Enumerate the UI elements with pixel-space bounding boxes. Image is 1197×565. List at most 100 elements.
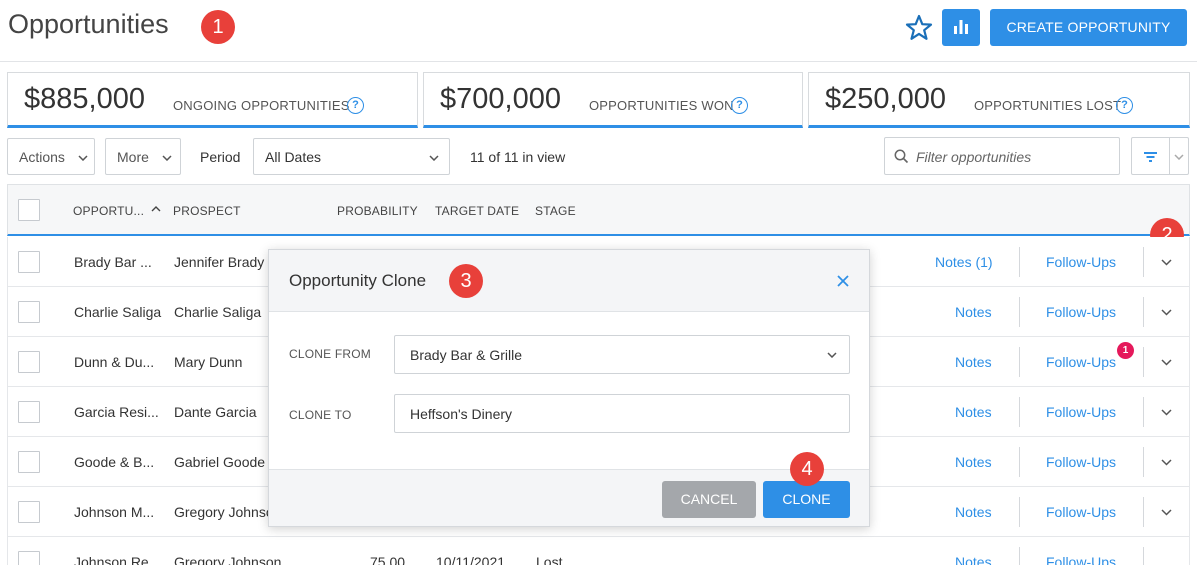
chevron-down-icon[interactable] <box>1161 359 1172 366</box>
help-icon[interactable]: ? <box>731 97 748 114</box>
callout-marker: 3 <box>449 264 483 298</box>
reports-button[interactable] <box>942 9 980 46</box>
filter-input[interactable]: Filter opportunities <box>884 137 1120 175</box>
filter-icon <box>1144 152 1157 162</box>
row-checkbox[interactable] <box>18 551 40 565</box>
opportunity-name[interactable]: Johnson M... <box>74 504 154 520</box>
notes-link[interactable]: Notes <box>955 454 992 470</box>
table-row[interactable]: Johnson Re... Gregory Johnson 75.00 10/1… <box>7 537 1190 565</box>
notification-badge: 1 <box>1117 342 1134 359</box>
notes-link[interactable]: Notes <box>955 304 992 320</box>
notes-link[interactable]: Notes <box>955 504 992 520</box>
opportunity-name[interactable]: Goode & B... <box>74 454 154 470</box>
notes-link[interactable]: Notes <box>955 354 992 370</box>
chevron-down-icon <box>162 155 172 161</box>
chevron-down-icon[interactable] <box>1161 259 1172 266</box>
column-header-prospect[interactable]: PROSPECT <box>173 204 241 218</box>
follow-ups-link[interactable]: Follow-Ups <box>1046 454 1116 470</box>
target-date-value: 10/11/2021 <box>436 554 506 565</box>
clone-to-input[interactable]: Heffson's Dinery <box>394 394 850 433</box>
prospect-name: Gabriel Goode <box>174 454 266 470</box>
select-all-checkbox[interactable] <box>18 199 40 221</box>
opportunity-name[interactable]: Johnson Re... <box>74 554 160 565</box>
divider <box>1143 297 1144 327</box>
column-header-opportunity[interactable]: OPPORTU... <box>73 204 144 218</box>
follow-ups-link[interactable]: Follow-Ups <box>1046 304 1116 320</box>
chevron-down-icon[interactable] <box>1161 509 1172 516</box>
follow-ups-link[interactable]: Follow-Ups <box>1046 554 1116 565</box>
actions-label: Actions <box>19 149 65 165</box>
actions-dropdown[interactable]: Actions <box>7 138 95 175</box>
sort-ascending-icon[interactable] <box>151 206 161 212</box>
notes-link[interactable]: Notes (1) <box>935 254 993 270</box>
prospect-name: Gregory Johnson <box>174 554 282 565</box>
clone-button[interactable]: CLONE <box>763 481 850 518</box>
search-icon <box>894 149 909 164</box>
stat-label: OPPORTUNITIES LOST <box>974 98 1122 113</box>
divider <box>1019 497 1020 527</box>
chevron-down-icon[interactable] <box>1174 154 1184 160</box>
more-dropdown[interactable]: More <box>105 138 181 175</box>
stat-amount: $250,000 <box>825 83 946 115</box>
chevron-down-icon[interactable] <box>1161 309 1172 316</box>
more-label: More <box>117 149 149 165</box>
opportunity-name[interactable]: Dunn & Du... <box>74 354 154 370</box>
prospect-name: Jennifer Brady <box>174 254 265 270</box>
follow-ups-link[interactable]: Follow-Ups <box>1046 504 1116 520</box>
divider <box>1019 447 1020 477</box>
divider <box>1143 397 1144 427</box>
row-checkbox[interactable] <box>18 451 40 473</box>
row-checkbox[interactable] <box>18 301 40 323</box>
opportunity-name[interactable]: Brady Bar ... <box>74 254 152 270</box>
stat-label: OPPORTUNITIES WON <box>589 98 734 113</box>
divider <box>1143 547 1144 565</box>
chevron-down-icon <box>78 155 88 161</box>
chevron-down-icon <box>827 352 837 358</box>
follow-ups-link[interactable]: Follow-Ups <box>1046 354 1116 370</box>
clone-from-select[interactable]: Brady Bar & Grille <box>394 335 850 374</box>
period-label: Period <box>200 149 241 165</box>
period-value: All Dates <box>265 149 322 165</box>
divider <box>1143 447 1144 477</box>
column-header-target-date[interactable]: TARGET DATE <box>435 204 519 218</box>
opportunity-name[interactable]: Garcia Resi... <box>74 404 159 420</box>
help-icon[interactable]: ? <box>347 97 364 114</box>
divider <box>1019 297 1020 327</box>
follow-ups-link[interactable]: Follow-Ups <box>1046 254 1116 270</box>
chevron-down-icon[interactable] <box>1161 409 1172 416</box>
period-select[interactable]: All Dates <box>253 138 450 175</box>
close-icon[interactable] <box>836 274 850 288</box>
star-icon[interactable] <box>905 14 933 42</box>
dialog-header: Opportunity Clone 3 <box>269 250 869 312</box>
row-checkbox[interactable] <box>18 251 40 273</box>
dialog-title: Opportunity Clone <box>289 271 427 290</box>
divider <box>1019 547 1020 565</box>
divider <box>1143 497 1144 527</box>
filter-options-button[interactable] <box>1131 137 1189 175</box>
column-header-stage[interactable]: STAGE <box>535 204 576 218</box>
table-header: OPPORTU... PROSPECT PROBABILITY TARGET D… <box>7 184 1190 236</box>
stage-value: Lost <box>536 554 563 565</box>
row-checkbox[interactable] <box>18 501 40 523</box>
clone-from-label: CLONE FROM <box>289 347 372 361</box>
column-header-probability[interactable]: PROBABILITY <box>337 204 418 218</box>
divider <box>1019 397 1020 427</box>
row-checkbox[interactable] <box>18 401 40 423</box>
stat-amount: $885,000 <box>24 83 145 115</box>
divider <box>1169 138 1170 174</box>
opportunity-name[interactable]: Charlie Saliga <box>74 304 161 320</box>
help-icon[interactable]: ? <box>1116 97 1133 114</box>
callout-marker: 1 <box>201 10 235 44</box>
clone-to-value: Heffson's Dinery <box>410 406 513 422</box>
chevron-down-icon[interactable] <box>1161 459 1172 466</box>
notes-link[interactable]: Notes <box>955 554 992 565</box>
follow-ups-link[interactable]: Follow-Ups <box>1046 404 1116 420</box>
prospect-name: Gregory Johnso <box>174 504 274 520</box>
notes-link[interactable]: Notes <box>955 404 992 420</box>
row-checkbox[interactable] <box>18 351 40 373</box>
divider <box>1143 347 1144 377</box>
opportunity-clone-dialog: Opportunity Clone 3 CLONE FROM Brady Bar… <box>268 249 870 527</box>
cancel-button[interactable]: CANCEL <box>662 481 756 518</box>
create-opportunity-button[interactable]: CREATE OPPORTUNITY <box>990 9 1187 46</box>
stat-label: ONGOING OPPORTUNITIES <box>173 98 350 113</box>
